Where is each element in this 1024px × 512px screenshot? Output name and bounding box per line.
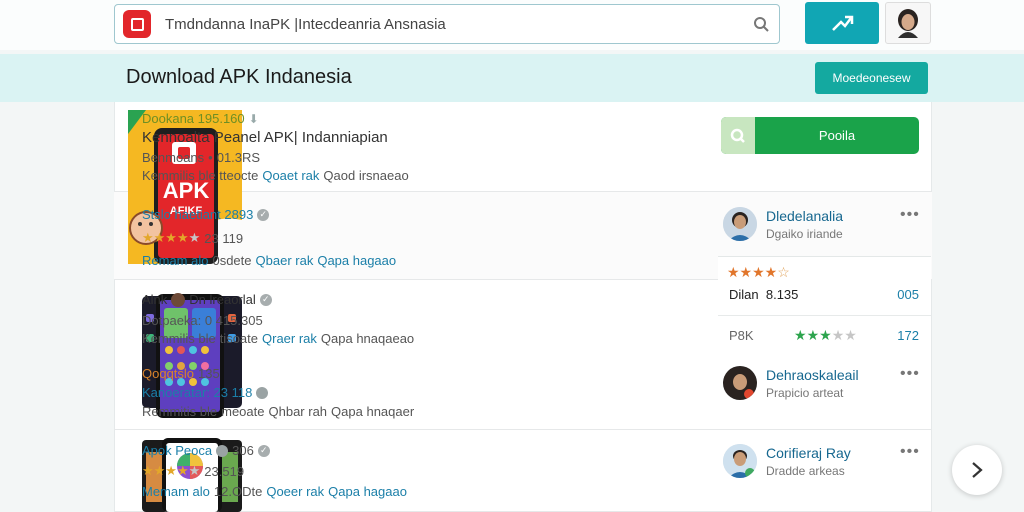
user-name[interactable]: Corifieraj Ray [766,445,851,461]
next-button[interactable] [952,445,1002,495]
row4-title[interactable]: Apok Peoca 306 ✓ [142,443,270,458]
avatar [723,366,757,400]
chevron-right-icon [972,462,983,478]
row2-rating: ★★★★★ 23 119 [142,230,244,246]
row3-link-b[interactable]: Qapa hnaqaeao [321,331,414,346]
row3-updated: Kanoeratar: 23 118 [142,385,269,400]
row3-link-a[interactable]: Qraer rak [262,331,317,346]
row3-version: Qoqqtslo 135 [142,366,220,381]
row2-link-b[interactable]: Qapa hagaao [317,253,396,268]
share-button[interactable] [805,2,879,44]
info-icon [256,386,269,399]
page-title: Download APK Indanesia [126,66,352,88]
avatar [723,207,757,241]
author-avatar [171,292,186,307]
more-options-icon[interactable]: ••• [900,443,920,461]
user-card[interactable]: Dehraoskaleail Prapicio arteat [723,366,859,400]
share-icon [832,15,854,31]
verified-icon: ✓ [259,293,272,306]
app-logo-icon[interactable] [123,10,151,38]
row1-actions: Kemmilis ble tteocte Qoaet rak Qaod irsn… [142,168,409,183]
more-options-icon[interactable]: ••• [900,206,920,224]
user-name[interactable]: Dledelanalia [766,208,843,224]
row4-actions: Memam alo 12.ODte Qoeer rak Qapa hagaao [142,484,407,499]
search-icon[interactable] [743,16,779,32]
row3-actions-2: Remmitis ble meoate Qhbar rah Qapa hnaqa… [142,404,415,419]
download-icon[interactable]: ⬇ [249,112,259,126]
row2-link-a[interactable]: Qbaer rak [256,253,314,268]
row1-title[interactable]: Kennoalta Peanel APK| Indanniapian [142,129,388,146]
rating-stars: ★★★★★ [142,463,201,478]
band-action-button[interactable]: Moedeonesew [815,62,928,94]
row1-link-b[interactable]: Qaod irsnaeao [323,168,408,183]
user-card[interactable]: Corifieraj Ray Dradde arkeas [723,444,851,478]
more-options-icon[interactable]: ••• [900,365,920,383]
row4-rating: ★★★★★ 23.519 [142,463,245,479]
row3-downloads: Dotpaeka: 0 415.305 [142,313,263,328]
search-input[interactable]: Tmdndanna InaPK |Intecdeanria Ansnasia [165,16,743,33]
row2-actions: Remam alo 0sdete Qbaer rak Qapa hagaao [142,253,397,268]
row1-date: Dookana 195.160 ⬇ [142,111,259,126]
info-icon [216,444,229,457]
user-subtitle: Dradde arkeas [766,463,845,478]
user-name[interactable]: Dehraoskaleail [766,367,859,383]
row4-link-a[interactable]: Qoeer rak [266,484,324,499]
row3-actions: Kemmilis ble tisoate Qraer rak Qapa hnaq… [142,331,415,346]
install-button[interactable]: Pooila [721,117,919,154]
rating-summary: ★★★★☆ Dilan 8.135 005 P8K ★★★★★ 172 [718,256,931,354]
rating-stars: ★★★★☆ [727,264,790,280]
user-card[interactable]: Dledelanalia Dgaiko iriande [723,207,843,241]
verified-icon: ✓ [257,208,270,221]
user-subtitle: Prapicio arteat [766,385,844,400]
rating-stars: ★★★★★ [794,327,857,343]
row1-meta: Benmoans • 01.3RS [142,150,261,165]
profile-avatar[interactable] [885,2,931,44]
search-bar[interactable]: Tmdndanna InaPK |Intecdeanria Ansnasia [114,4,780,44]
avatar [723,444,757,478]
row4-link-b[interactable]: Qapa hagaao [328,484,407,499]
verified-icon: ✓ [257,444,270,457]
row3-link-c[interactable]: Qhbar rah [269,404,328,419]
row3-link-d[interactable]: Qapa hnaqaer [331,404,414,419]
row3-title[interactable]: Alnk Dn lreaorlal ✓ [142,292,272,307]
row2-title[interactable]: Stslo haetiant 2893 ✓ [142,207,270,222]
install-icon [721,117,755,154]
user-subtitle: Dgaiko iriande [766,226,843,241]
row1-link-a[interactable]: Qoaet rak [262,168,319,183]
rating-stars: ★★★★★ [142,230,201,245]
